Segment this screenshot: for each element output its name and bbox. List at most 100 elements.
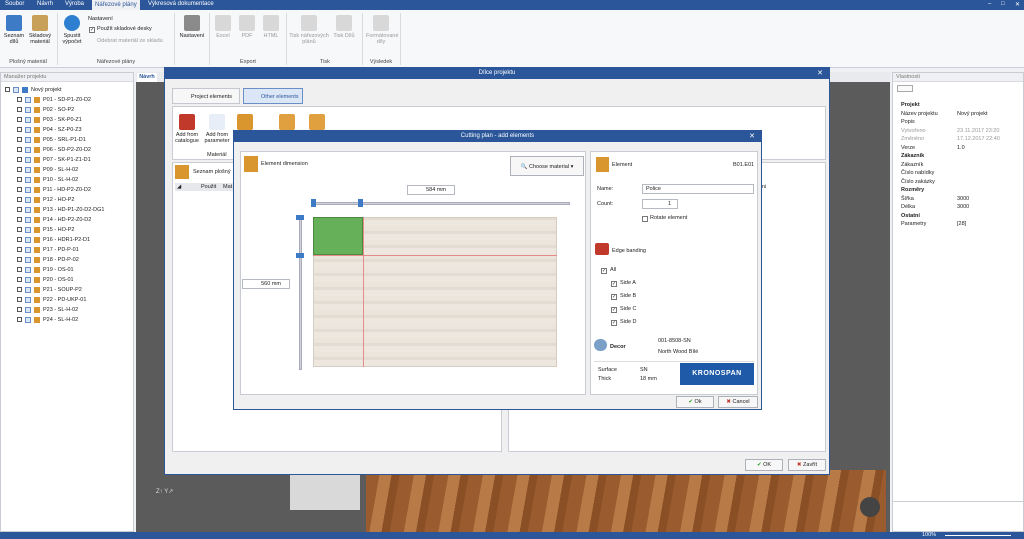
expand-icon[interactable] [17, 137, 22, 143]
expand-icon[interactable] [17, 157, 22, 163]
tree-checkbox[interactable] [25, 206, 31, 213]
minimize-icon[interactable]: – [985, 1, 994, 7]
tab-navrh[interactable]: Návrh [137, 73, 157, 82]
tree-checkbox[interactable] [13, 86, 19, 93]
menu-vyroba[interactable]: Výroba [62, 1, 87, 7]
property-row[interactable]: Délka 3000 [901, 203, 1019, 211]
col-pouzit[interactable]: Použit [201, 184, 216, 191]
menu-navrh[interactable]: Návrh [34, 1, 56, 7]
tree-root[interactable]: Nový projekt [5, 85, 62, 95]
tree-checkbox[interactable] [25, 316, 31, 323]
side-c-checkbox[interactable]: ✓ [611, 307, 617, 313]
tree-checkbox[interactable] [25, 176, 31, 183]
tree-checkbox[interactable] [25, 116, 31, 123]
property-row[interactable]: Vytvořeno 23.11.2017 23:20 [901, 127, 1019, 135]
maximize-icon[interactable]: □ [998, 1, 1008, 7]
expand-icon[interactable] [17, 207, 22, 213]
tree-item[interactable]: P09 - SL-H-02 [17, 165, 78, 175]
tree-item[interactable]: P02 - SO-P2 [17, 105, 74, 115]
tree-checkbox[interactable] [25, 246, 31, 253]
width-slider-handle-left[interactable] [311, 199, 316, 207]
expand-icon[interactable] [17, 277, 22, 283]
tab-project-elements[interactable]: Project elements [172, 88, 240, 104]
menu-narezove-plany[interactable]: Nářezové plány [92, 0, 140, 10]
tree-item[interactable]: P23 - SL-H-02 [17, 305, 78, 315]
property-row[interactable]: Zákazník [901, 161, 1019, 169]
choose-material-button[interactable]: 🔍 Choose material ▾ [510, 156, 584, 176]
expand-icon[interactable] [17, 227, 22, 233]
property-row[interactable]: Projekt [901, 101, 1019, 109]
expand-icon[interactable] [17, 117, 22, 123]
tree-item[interactable]: P06 - SD-P2-Z0-D2 [17, 145, 91, 155]
tree-checkbox[interactable] [25, 226, 31, 233]
excel-button[interactable]: Excel [213, 15, 233, 39]
property-row[interactable]: Číslo nabídky [901, 169, 1019, 177]
height-slider-handle-bottom[interactable] [296, 253, 304, 258]
expand-icon[interactable] [17, 307, 22, 313]
name-input[interactable]: Police [642, 184, 754, 194]
expand-icon[interactable] [17, 197, 22, 203]
tree-item[interactable]: P24 - SL-H-02 [17, 315, 78, 325]
tree-checkbox[interactable] [25, 266, 31, 273]
spustit-vypocet-button[interactable]: Spustit výpočet [60, 15, 84, 45]
tree-item[interactable]: P19 - OS-01 [17, 265, 74, 275]
width-slider-handle-right[interactable] [358, 199, 363, 207]
expand-icon[interactable] [5, 87, 10, 93]
tree-checkbox[interactable] [25, 96, 31, 103]
tree-item[interactable]: P21 - SOUP-P2 [17, 285, 82, 295]
dilce-zavrit-button[interactable]: ✖ Zavřít [788, 459, 826, 471]
expand-icon[interactable] [17, 287, 22, 293]
zoom-slider[interactable] [945, 535, 1011, 536]
nastaveni-small-label[interactable]: Nastavení [88, 16, 113, 23]
tree-checkbox[interactable] [25, 146, 31, 153]
tree-item[interactable]: P17 - PD-P-01 [17, 245, 79, 255]
tree-checkbox[interactable] [25, 156, 31, 163]
expand-icon[interactable] [17, 267, 22, 273]
property-row[interactable]: Zákazník [901, 152, 1019, 160]
property-row[interactable]: Číslo zakázky [901, 178, 1019, 186]
expand-icon[interactable] [17, 187, 22, 193]
menu-vykresova-dokumentace[interactable]: Výkresová dokumentace [145, 1, 217, 7]
expand-icon[interactable] [17, 257, 22, 263]
formatovane-dily-button[interactable]: Formátované díly [366, 15, 398, 45]
height-input[interactable]: 560 mm [242, 279, 290, 289]
property-row[interactable]: Změněno 17.12.2017 22:40 [901, 135, 1019, 143]
expand-icon[interactable] [17, 237, 22, 243]
tree-item[interactable]: P07 - SK-P1-Z1-D1 [17, 155, 91, 165]
tree-checkbox[interactable] [25, 136, 31, 143]
expand-icon[interactable] [17, 317, 22, 323]
tree-item[interactable]: P01 - SD-P1-Z0-D2 [17, 95, 91, 105]
tree-item[interactable]: P18 - PD-P-02 [17, 255, 79, 265]
seznam-dilu-button[interactable]: Seznam dílů [3, 15, 25, 45]
tree-item[interactable]: P14 - HD-P2-Z0-D2 [17, 215, 91, 225]
expand-icon[interactable] [17, 297, 22, 303]
tree-checkbox[interactable] [25, 286, 31, 293]
expand-icon[interactable] [17, 167, 22, 173]
all-checkbox[interactable]: ✓ [601, 268, 607, 274]
tree-item[interactable]: P05 - SRL-P1-D1 [17, 135, 86, 145]
dilce-ok-button[interactable]: ✔ OK [745, 459, 783, 471]
tree-checkbox[interactable] [25, 306, 31, 313]
property-row[interactable]: Název projektu Nový projekt [901, 110, 1019, 118]
col-material[interactable]: Mat [223, 184, 232, 191]
tree-item[interactable]: P20 - OS-01 [17, 275, 74, 285]
tree-item[interactable]: P13 - HD-P1-Z0-D2-DG1 [17, 205, 104, 215]
tree-item[interactable]: P11 - HD-P2-Z0-D2 [17, 185, 91, 195]
dilce-close-icon[interactable]: ✕ [817, 68, 823, 79]
expand-icon[interactable] [17, 107, 22, 113]
height-slider-handle-top[interactable] [296, 215, 304, 220]
side-b-checkbox[interactable]: ✓ [611, 294, 617, 300]
tree-item[interactable]: P10 - SL-H-02 [17, 175, 78, 185]
close-icon[interactable]: ✕ [1012, 1, 1023, 8]
tree-checkbox[interactable] [25, 276, 31, 283]
property-row[interactable]: Ostatní [901, 212, 1019, 220]
pouzit-skladove-checkbox[interactable]: ✓ [89, 27, 95, 33]
property-row[interactable]: Popis [901, 118, 1019, 126]
cutting-ok-button[interactable]: ✔ Ok [676, 396, 714, 408]
height-slider-track[interactable] [299, 215, 302, 370]
tab-other-elements[interactable]: Other elements [243, 88, 303, 104]
view-cube-icon[interactable] [860, 497, 880, 517]
cutting-cancel-button[interactable]: ✖ Cancel [718, 396, 758, 408]
width-input[interactable]: 584 mm [407, 185, 455, 195]
odebrat-button[interactable]: Odebrat materiál ze skladu [97, 38, 163, 45]
